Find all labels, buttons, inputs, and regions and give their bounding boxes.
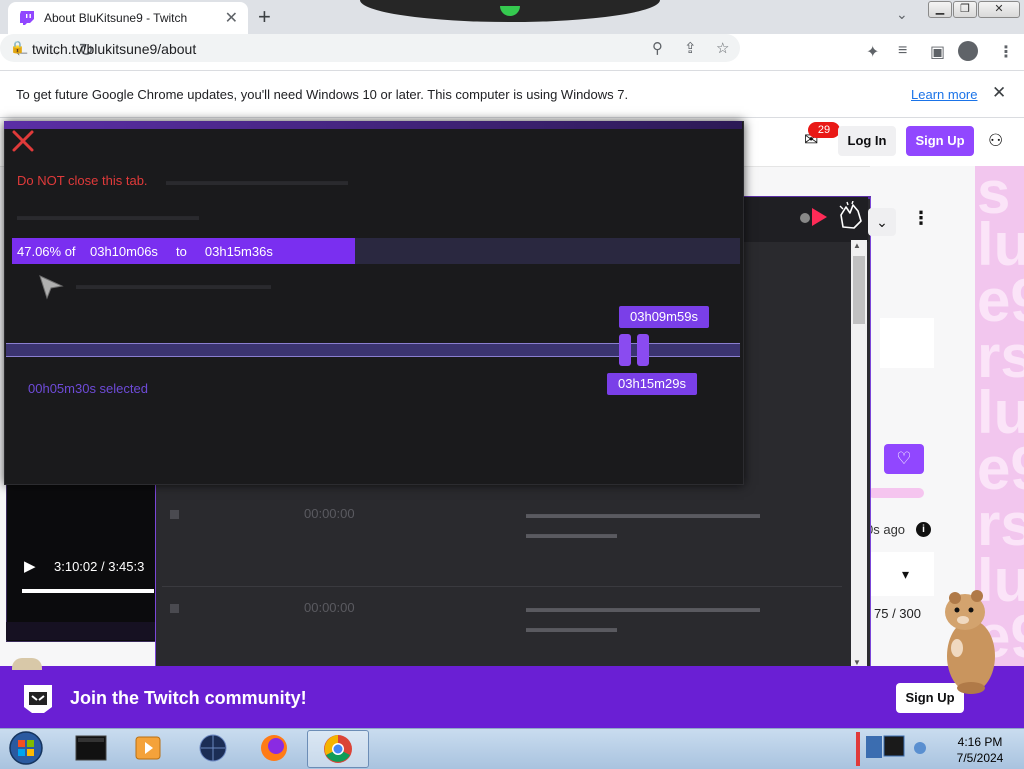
learn-more-link[interactable]: Learn more bbox=[911, 87, 977, 102]
infobar-message: To get future Google Chrome updates, you… bbox=[16, 87, 629, 102]
media-player-icon[interactable] bbox=[120, 731, 176, 765]
more-options-icon[interactable]: ⋮ bbox=[912, 208, 930, 229]
firefox-icon[interactable] bbox=[246, 731, 302, 765]
media-queue-icon[interactable]: ≡ bbox=[898, 42, 907, 60]
share-icon[interactable]: ⇪ bbox=[684, 39, 697, 57]
expand-chevron-icon[interactable]: ▾ bbox=[902, 566, 909, 583]
list-scrollbar-thumb[interactable] bbox=[853, 256, 865, 324]
side-panel-icon[interactable]: ▣ bbox=[930, 42, 945, 62]
login-button[interactable]: Log In bbox=[838, 126, 896, 156]
tab-title: About BluKitsune9 - Twitch bbox=[44, 11, 188, 25]
tab-close-icon[interactable]: ✕ bbox=[225, 8, 238, 28]
clapping-hands-icon[interactable] bbox=[838, 201, 864, 229]
notification-badge: 29 bbox=[808, 122, 840, 138]
download-progress-text: 47.06% of 03h10m06s to 03h15m36s bbox=[17, 244, 273, 259]
taskbar-clock[interactable]: 4:16 PM 7/5/2024 bbox=[944, 734, 1016, 766]
zoom-search-icon[interactable]: ⚲ bbox=[652, 39, 663, 57]
twitch-glitch-logo-icon bbox=[24, 685, 52, 713]
tab-search-chevron-icon[interactable]: ⌄ bbox=[896, 6, 908, 23]
profile-avatar-icon[interactable] bbox=[958, 41, 978, 61]
time-ago-text: 0s ago bbox=[866, 522, 906, 537]
chrome-menu-icon[interactable]: ⋮ bbox=[998, 42, 1014, 62]
address-url: twitch.tv/blukitsune9/about bbox=[32, 41, 197, 57]
windows-start-icon[interactable] bbox=[6, 730, 46, 766]
extensions-icon[interactable]: ✦ bbox=[866, 42, 879, 62]
terminal-app-icon[interactable] bbox=[62, 731, 118, 765]
goal-progress-bar bbox=[868, 488, 924, 498]
range-end-handle[interactable] bbox=[637, 334, 649, 366]
infobar-close-icon[interactable]: ✕ bbox=[992, 83, 1006, 103]
about-card bbox=[880, 318, 934, 368]
user-icon[interactable]: ⚇ bbox=[988, 131, 1003, 151]
browser-toolbar: ← → ↻ 🔒 twitch.tv/blukitsune9/about ⚲ ⇪ … bbox=[0, 34, 1024, 71]
twitch-favicon-icon bbox=[20, 11, 34, 25]
address-bar[interactable]: 🔒 twitch.tv/blukitsune9/about ⚲ ⇪ ☆ bbox=[0, 34, 740, 62]
goal-counter: 75 / 300 bbox=[874, 606, 921, 621]
dropdown-chevron-icon[interactable]: ⌄ bbox=[868, 208, 896, 236]
overlay-top-strip bbox=[4, 121, 742, 129]
video-time: 3:10:02 / 3:45:3 bbox=[54, 559, 145, 574]
minimize-button[interactable]: ▁ bbox=[928, 1, 952, 18]
range-start-handle[interactable] bbox=[619, 334, 631, 366]
warning-text: Do NOT close this tab. bbox=[17, 173, 148, 188]
record-dot-icon[interactable] bbox=[800, 213, 810, 223]
faint-status-text: ▬▬▬▬▬▬▬▬▬▬▬▬▬▬ bbox=[17, 208, 199, 223]
hamster-sticker bbox=[945, 590, 995, 694]
bookmark-star-icon[interactable]: ☆ bbox=[716, 39, 729, 57]
system-tray[interactable] bbox=[840, 730, 938, 766]
play-icon[interactable]: ▶ bbox=[24, 557, 36, 575]
faint-warning-text: ▬▬▬▬▬▬▬▬▬▬▬▬▬▬ bbox=[166, 173, 348, 188]
globe-app-icon[interactable] bbox=[185, 731, 241, 765]
scroll-up-arrow-icon[interactable]: ▲ bbox=[853, 241, 861, 250]
selected-duration-text: 00h05m30s selected bbox=[28, 381, 148, 396]
join-community-text: Join the Twitch community! bbox=[70, 688, 307, 708]
range-end-label: 03h15m29s bbox=[607, 373, 697, 395]
new-tab-button[interactable]: + bbox=[258, 4, 271, 30]
browser-tab[interactable]: About BluKitsune9 - Twitch ✕ bbox=[8, 2, 248, 34]
signup-button[interactable]: Sign Up bbox=[906, 126, 974, 156]
clock-time: 4:16 PM bbox=[957, 735, 1003, 749]
window-close-button[interactable]: ✕ bbox=[978, 1, 1020, 18]
video-seek-bar[interactable] bbox=[22, 589, 154, 593]
overlay-close-icon[interactable] bbox=[10, 128, 36, 154]
video-thumbnail-strip bbox=[6, 622, 156, 640]
range-start-label: 03h09m59s bbox=[619, 306, 709, 328]
maximize-button[interactable]: ❐ bbox=[953, 1, 977, 18]
play-red-icon[interactable] bbox=[812, 208, 827, 226]
chrome-icon bbox=[324, 735, 352, 763]
faint-info-text: ▬▬▬▬▬▬▬▬▬▬▬▬▬▬▬ bbox=[76, 277, 271, 292]
mouse-cursor-icon bbox=[39, 275, 64, 300]
clock-date: 7/5/2024 bbox=[956, 751, 1004, 765]
update-infobar: To get future Google Chrome updates, you… bbox=[0, 71, 1024, 118]
info-icon[interactable]: i bbox=[916, 522, 931, 537]
small-avatar bbox=[12, 658, 42, 670]
follow-heart-button[interactable]: ♡ bbox=[884, 444, 924, 474]
lock-icon: 🔒 bbox=[10, 40, 25, 54]
chrome-taskbar-button[interactable] bbox=[307, 730, 369, 768]
list-item[interactable]: 00:00:00 ▬▬▬▬▬▬▬▬▬▬▬▬▬▬▬▬▬▬ ▬▬▬▬▬▬▬ bbox=[162, 496, 842, 587]
